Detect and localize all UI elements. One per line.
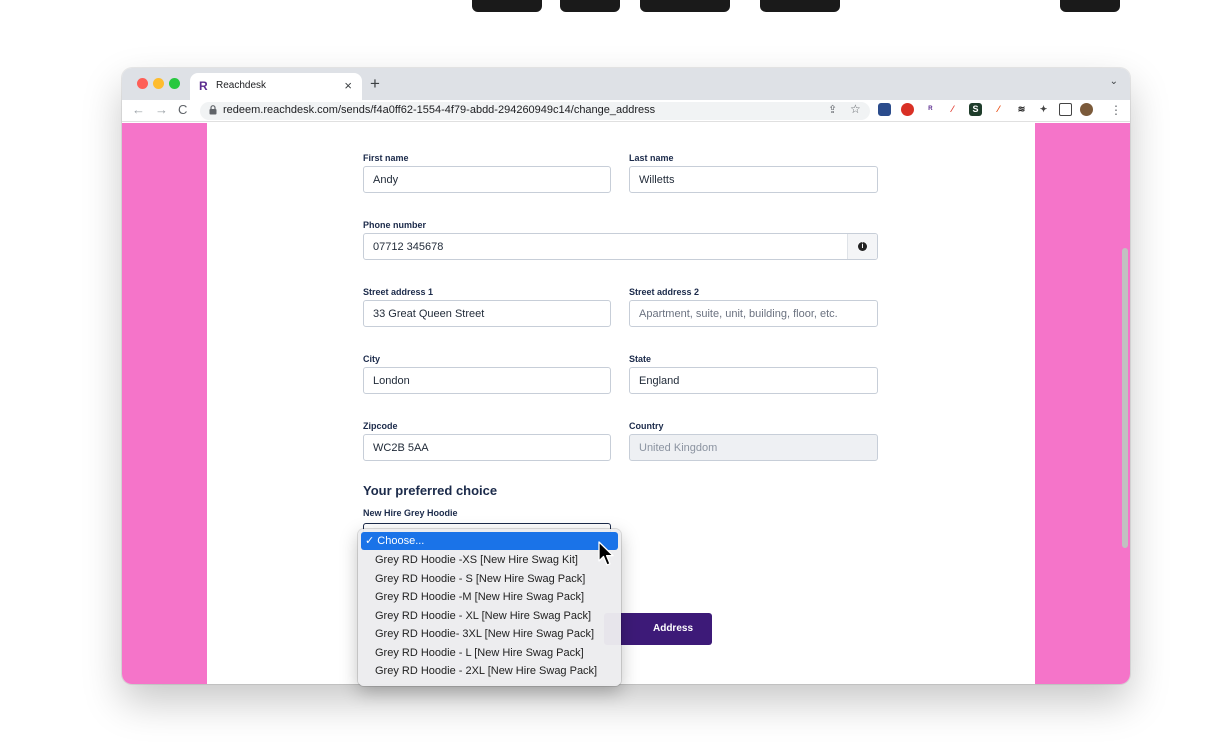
menu-icon[interactable]: ⋮ (1110, 103, 1122, 117)
last-name-label: Last name (629, 153, 674, 163)
option-2xl[interactable]: Grey RD Hoodie - 2XL [New Hire Swag Pack… (361, 662, 618, 680)
hoodie-select-label: New Hire Grey Hoodie (363, 508, 458, 518)
option-3xl[interactable]: Grey RD Hoodie- 3XL [New Hire Swag Pack] (361, 625, 618, 643)
hoodie-dropdown-menu: ✓ Choose... Grey RD Hoodie -XS [New Hire… (358, 529, 621, 686)
top-cropped-text (0, 0, 1230, 20)
sidepanel-icon[interactable] (1059, 103, 1072, 116)
extension-icon-4[interactable]: ⁄ (946, 103, 959, 116)
tab-strip: R Reachdesk × + ⌄ (122, 68, 1130, 100)
puzzle-icon[interactable]: ✦ (1037, 103, 1050, 116)
browser-window: R Reachdesk × + ⌄ ← → C redeem.reachdesk… (122, 68, 1130, 684)
new-tab-button[interactable]: + (370, 74, 380, 94)
cursor-icon (598, 541, 616, 572)
submit-button-label: Address (652, 623, 693, 634)
street2-field[interactable]: Apartment, suite, unit, building, floor,… (629, 300, 878, 327)
option-choose[interactable]: ✓ Choose... (361, 532, 618, 550)
country-field: United Kingdom (629, 434, 878, 461)
option-s[interactable]: Grey RD Hoodie - S [New Hire Swag Pack] (361, 570, 618, 588)
extension-icon-3[interactable]: ᴿ (924, 103, 937, 116)
option-xs[interactable]: Grey RD Hoodie -XS [New Hire Swag Kit] (361, 551, 618, 569)
back-button[interactable]: ← (132, 103, 145, 117)
tab-title: Reachdesk (216, 80, 267, 91)
form-panel: — — — — — — — — — — — — — — — First name… (207, 123, 1035, 684)
share-icon[interactable]: ⇪ (828, 103, 837, 117)
info-icon[interactable]: i (847, 234, 877, 259)
phone-field[interactable]: 07712 345678 i (363, 233, 878, 260)
minimize-window-button[interactable] (153, 78, 164, 89)
city-field[interactable]: London (363, 367, 611, 394)
address-bar[interactable]: redeem.reachdesk.com/sends/f4a0ff62-1554… (200, 102, 870, 120)
preferred-choice-heading: Your preferred choice (363, 483, 498, 498)
page-background: — — — — — — — — — — — — — — — First name… (122, 123, 1130, 684)
maximize-window-button[interactable] (169, 78, 180, 89)
lock-icon[interactable] (209, 105, 217, 117)
extension-icon-6[interactable]: ⁄ (992, 103, 1005, 116)
extension-icon-2[interactable] (901, 103, 914, 116)
extension-icon-5[interactable]: S (969, 103, 982, 116)
forward-button[interactable]: → (155, 103, 168, 117)
option-l[interactable]: Grey RD Hoodie - L [New Hire Swag Pack] (361, 644, 618, 662)
phone-value: 07712 345678 (373, 241, 444, 253)
reload-button[interactable]: C (178, 103, 187, 117)
url-text[interactable]: redeem.reachdesk.com/sends/f4a0ff62-1554… (223, 104, 655, 116)
info-glyph: i (858, 242, 867, 251)
tab-close-icon[interactable]: × (344, 78, 352, 93)
country-label: Country (629, 421, 664, 431)
star-icon[interactable]: ☆ (850, 102, 861, 116)
street1-label: Street address 1 (363, 287, 434, 297)
extension-icon-7[interactable]: ≋ (1015, 103, 1028, 116)
close-window-button[interactable] (137, 78, 148, 89)
option-xl[interactable]: Grey RD Hoodie - XL [New Hire Swag Pack] (361, 607, 618, 625)
profile-icon[interactable] (1080, 103, 1093, 116)
reachdesk-favicon-icon: R (199, 79, 208, 93)
zipcode-field[interactable]: WC2B 5AA (363, 434, 611, 461)
option-m[interactable]: Grey RD Hoodie -M [New Hire Swag Pack] (361, 588, 618, 606)
zipcode-label: Zipcode (363, 421, 398, 431)
street2-label: Street address 2 (629, 287, 700, 297)
first-name-field[interactable]: Andy (363, 166, 611, 193)
state-label: State (629, 354, 652, 364)
browser-toolbar: ← → C redeem.reachdesk.com/sends/f4a0ff6… (122, 100, 1130, 122)
extension-icon-1[interactable] (878, 103, 891, 116)
city-label: City (363, 354, 381, 364)
cropped-note: — — — — — — — — — — — — — — — (363, 123, 533, 126)
tab-search-chevron-icon[interactable]: ⌄ (1110, 76, 1118, 87)
last-name-field[interactable]: Willetts (629, 166, 878, 193)
state-field[interactable]: England (629, 367, 878, 394)
page-scrollbar[interactable] (1122, 248, 1128, 548)
street1-field[interactable]: 33 Great Queen Street (363, 300, 611, 327)
first-name-label: First name (363, 153, 409, 163)
phone-label: Phone number (363, 220, 427, 230)
tab-reachdesk[interactable]: R Reachdesk × (190, 73, 362, 100)
